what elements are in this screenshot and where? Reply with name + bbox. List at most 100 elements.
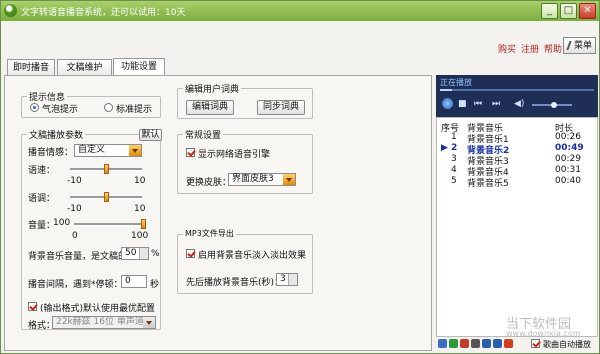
row-index: 4 xyxy=(451,165,457,175)
pitch-label: 语调： xyxy=(28,194,56,204)
row-name: 背景音乐5 xyxy=(467,179,509,189)
skin-select[interactable]: 界面皮肤3 xyxy=(228,173,296,186)
volume-slider-track[interactable] xyxy=(74,223,146,226)
bgm-volume-label: 背景音乐音量，是文稿的 xyxy=(28,252,128,262)
standard-prompt-radio[interactable] xyxy=(104,103,113,112)
row-duration: 00:31 xyxy=(555,165,581,175)
skin-select-value: 界面皮肤3 xyxy=(232,174,274,184)
bubble-prompt-radio[interactable] xyxy=(30,103,39,112)
network-engine-label[interactable]: 显示网络语音引擎 xyxy=(198,147,270,160)
interval-input[interactable]: 0 xyxy=(121,275,147,288)
bubble-prompt-label[interactable]: 气泡提示 xyxy=(42,102,78,115)
playback-progress-bar[interactable] xyxy=(440,89,594,91)
format-label: 格式： xyxy=(28,321,56,331)
row-duration: 00:26 xyxy=(555,132,581,142)
edit-dict-button[interactable]: 编辑词典 xyxy=(186,100,234,115)
repeat-icon[interactable] xyxy=(504,339,513,348)
minimize-button[interactable]: _ xyxy=(541,3,558,19)
user-dict-group: 编辑用户词典 编辑词典 同步词典 xyxy=(177,82,313,119)
row-index: 5 xyxy=(451,176,457,186)
playlist-toolbar: 歌曲自动播放 xyxy=(436,337,598,351)
optimal-config-checkbox[interactable] xyxy=(28,302,37,311)
volume-value-label: 100 xyxy=(53,218,71,228)
broadcast-params-title: 文稿播放参数 xyxy=(27,128,86,141)
emotion-select[interactable]: 自定义 xyxy=(74,144,142,157)
spinner-arrows-icon xyxy=(288,274,297,285)
volume-label: 音量： xyxy=(28,221,56,231)
network-engine-checkbox[interactable] xyxy=(186,148,195,157)
row-index: 2 xyxy=(451,143,458,153)
tab-script-maintenance[interactable]: 文稿维护 xyxy=(57,59,112,76)
sync-dict-button[interactable]: 同步词典 xyxy=(257,100,305,115)
pause-button[interactable] xyxy=(442,98,453,109)
bgm-volume-unit: % xyxy=(151,249,160,259)
add-icon[interactable] xyxy=(438,339,447,348)
chevron-down-icon xyxy=(143,317,155,328)
delete-icon[interactable] xyxy=(460,339,469,348)
tab-settings[interactable]: 功能设置 xyxy=(113,58,165,76)
tab-instant-broadcast[interactable]: 即时播音 xyxy=(7,59,55,76)
watermark-url: www.downxia.com xyxy=(506,329,581,338)
emotion-label: 播音情感： xyxy=(28,148,74,158)
window-title: 文字转语音播音系统，还可以试用：10天 xyxy=(21,8,186,18)
playlist: 序号 背景音乐 时长 1 背景音乐1 00:26 ▶ 2 背景音乐2 00:49 3 背景音乐3… xyxy=(436,117,598,337)
pitch-min-label: -10 xyxy=(67,204,82,214)
move-down-icon[interactable] xyxy=(493,339,502,348)
row-duration: 00:40 xyxy=(555,176,581,186)
playlist-row[interactable]: 5 背景音乐5 00:40 xyxy=(437,176,597,189)
prelude-seconds-spinner[interactable]: 3 xyxy=(276,273,298,286)
optimal-config-label[interactable]: (输出格式)默认使用最优配置 xyxy=(40,301,155,314)
settings-panel: 提示信息 气泡提示 标准提示 文稿播放参数 默认 播音情感： 自定义 语速： -… xyxy=(4,75,432,351)
standard-prompt-label[interactable]: 标准提示 xyxy=(116,102,152,115)
volume-max-label: 100 xyxy=(131,231,149,241)
buy-link[interactable]: 购买 xyxy=(498,45,516,55)
next-icon[interactable]: ⏭ xyxy=(492,99,500,109)
row-duration: 00:29 xyxy=(555,154,581,164)
bgm-volume-value: 50 xyxy=(125,248,137,258)
bgm-volume-spinner[interactable]: 50 xyxy=(121,247,149,260)
pitch-slider-thumb[interactable] xyxy=(103,192,109,202)
app-logo-icon xyxy=(4,4,17,17)
default-button[interactable]: 默认 xyxy=(139,129,162,141)
music-icon[interactable] xyxy=(449,339,458,348)
mp3-export-title: MP3文件导出 xyxy=(183,228,236,239)
close-button[interactable]: ✕ xyxy=(579,3,596,19)
general-settings-title: 常规设置 xyxy=(183,128,224,141)
chevron-down-icon xyxy=(283,174,295,185)
row-duration: 00:49 xyxy=(555,143,584,153)
title-bar[interactable]: 文字转语音播音系统，还可以试用：10天 _ □ ✕ xyxy=(1,1,599,21)
playlist-row[interactable]: 3 背景音乐3 00:29 xyxy=(437,154,597,167)
prelude-seconds-value: 3 xyxy=(280,274,286,284)
row-index: 3 xyxy=(451,154,457,164)
mini-player: 正在播放 ■ ⏮ ⏭ ◀) xyxy=(436,75,598,117)
previous-icon[interactable]: ⏮ xyxy=(474,99,482,109)
move-up-icon[interactable] xyxy=(482,339,491,348)
format-select[interactable]: 22k赫兹 16位 单声道 xyxy=(52,316,156,329)
fade-effect-label[interactable]: 启用背景音乐淡入淡出效果 xyxy=(198,248,306,261)
playlist-row[interactable]: ▶ 2 背景音乐2 00:49 xyxy=(437,143,597,156)
playlist-row[interactable]: 4 背景音乐4 00:31 xyxy=(437,165,597,178)
maximize-button[interactable]: □ xyxy=(560,3,577,19)
register-link[interactable]: 注册 xyxy=(521,45,539,55)
menu-button[interactable]: 菜单 xyxy=(563,37,596,54)
spinner-arrows-icon xyxy=(139,248,148,259)
help-link[interactable]: 帮助 xyxy=(544,45,562,55)
interval-value: 0 xyxy=(125,276,131,286)
auto-play-label[interactable]: 歌曲自动播放 xyxy=(543,339,591,350)
fade-effect-checkbox[interactable] xyxy=(186,249,195,258)
playlist-row[interactable]: 1 背景音乐1 00:26 xyxy=(437,132,597,145)
now-playing-label: 正在播放 xyxy=(440,78,472,87)
speaker-icon[interactable]: ◀) xyxy=(514,99,524,109)
user-dict-title: 编辑用户词典 xyxy=(183,82,242,95)
speed-slider-thumb[interactable] xyxy=(103,164,109,174)
clear-icon[interactable] xyxy=(471,339,480,348)
volume-slider-thumb[interactable] xyxy=(141,219,146,229)
volume-min-label: 0 xyxy=(72,231,78,241)
top-links: 购买 注册 帮助 xyxy=(498,42,567,55)
skin-label: 更换皮肤： xyxy=(186,178,232,188)
interval-label: 播音间隔，遇到*停顿： xyxy=(28,280,123,290)
stop-icon[interactable]: ■ xyxy=(458,99,467,109)
volume-bar-thumb[interactable] xyxy=(551,102,557,108)
auto-play-checkbox[interactable] xyxy=(531,339,540,348)
emotion-select-value: 自定义 xyxy=(78,145,106,155)
